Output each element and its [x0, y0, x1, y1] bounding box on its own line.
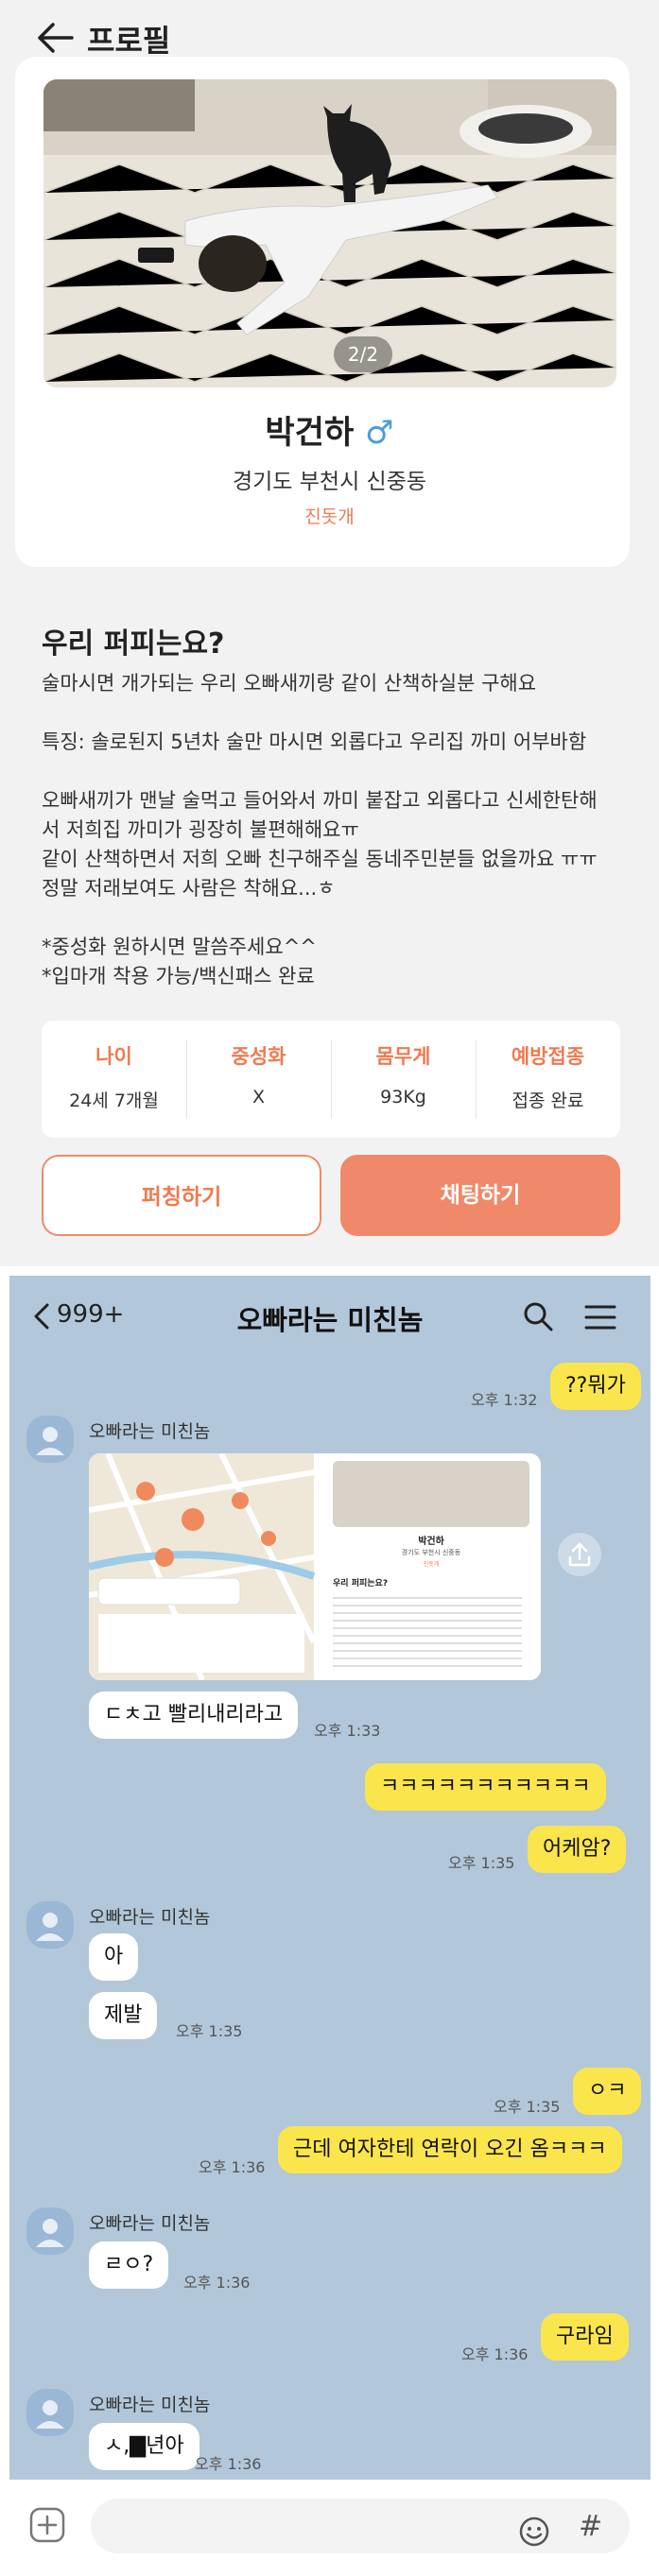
shot-name: 박건하 — [418, 1537, 444, 1547]
my-message: ㅇㅋ — [573, 2068, 642, 2115]
message-time: 오후 1:32 — [471, 1391, 538, 1409]
chat-screen: 999+ 오빠라는 미친놈 ??뭐가 오후 1:32 오빠라는 미친놈 박건하 … — [9, 1276, 650, 2576]
message-time: 오후 1:35 — [176, 2022, 243, 2040]
stat-vaccination: 예방접종 접종 완료 — [476, 1021, 620, 1138]
other-message: ㄷㅊ고 빨리내리라고 — [89, 1692, 299, 1739]
profile-screen: 프로필 2/2 박건하 ♂ 경기도 부천시 신중동 진돗개 우리 퍼피는요? 술… — [0, 0, 659, 1266]
male-icon: ♂ — [365, 414, 394, 452]
avatar[interactable] — [26, 2207, 74, 2255]
shot-breed: 진돗개 — [423, 1561, 440, 1568]
message-input-bar: # — [9, 2480, 650, 2576]
message-time: 오후 1:35 — [494, 2098, 561, 2116]
page-title: 프로필 — [87, 23, 171, 59]
share-icon[interactable] — [558, 1533, 601, 1576]
pet-name-text: 박건하 — [265, 414, 355, 452]
message-time: 오후 1:33 — [314, 1722, 381, 1740]
intro-body: 술마시면 개가되는 우리 오빠새끼랑 같이 산책하실분 구해요 특징: 솔로된지… — [42, 669, 628, 991]
sender-name: 오빠라는 미친놈 — [89, 2213, 211, 2234]
intro-paragraph: 술마시면 개가되는 우리 오빠새끼랑 같이 산책하실분 구해요 — [42, 672, 537, 695]
chat-title: 오빠라는 미친놈 — [236, 1304, 424, 1336]
stat-neutered: 중성화 X — [186, 1021, 331, 1138]
intro-title: 우리 퍼피는요? — [42, 627, 225, 661]
my-message: ??뭐가 — [550, 1363, 641, 1410]
chat-button[interactable]: 채팅하기 — [340, 1155, 620, 1236]
pet-name: 박건하 ♂ — [0, 406, 659, 453]
sender-name: 오빠라는 미친놈 — [89, 2395, 211, 2415]
photo-counter: 2/2 — [334, 336, 392, 372]
punch-button[interactable]: 퍼칭하기 — [42, 1155, 321, 1236]
other-message: 제발 — [89, 1992, 158, 2039]
stat-label: 예방접종 — [511, 1045, 585, 1068]
message-time: 오후 1:36 — [199, 2158, 266, 2176]
avatar[interactable] — [26, 1416, 74, 1463]
hashtag-icon[interactable]: # — [579, 2510, 602, 2543]
intro-paragraph: 오빠새끼가 맨날 술먹고 들어와서 까미 붙잡고 외롭다고 신세한탄해 서 저희… — [42, 789, 598, 900]
pet-location: 경기도 부천시 신중동 — [232, 470, 427, 494]
sender-name: 오빠라는 미친놈 — [89, 1907, 211, 1928]
person-icon — [36, 1913, 64, 1941]
shot-location: 경기도 부천시 신중동 — [401, 1549, 461, 1556]
search-icon[interactable] — [522, 1300, 554, 1332]
stat-label: 나이 — [95, 1045, 132, 1068]
shared-screenshot[interactable]: 박건하 경기도 부천시 신중동 진돗개 우리 퍼피는요? — [89, 1453, 541, 1680]
other-message: ㅅ,▇년아 — [89, 2423, 199, 2470]
other-message: 아 — [89, 1933, 139, 1981]
upload-arrow-icon — [568, 1542, 591, 1567]
person-icon — [36, 1427, 64, 1455]
my-message: 근데 여자한테 연락이 오긴 옴ㅋㅋㅋ — [278, 2126, 622, 2173]
shot-intro-title: 우리 퍼피는요? — [333, 1579, 389, 1589]
plus-icon[interactable] — [28, 2506, 66, 2544]
stat-label: 몸무게 — [375, 1045, 431, 1068]
emoji-icon[interactable] — [518, 2516, 550, 2548]
my-message: 어케암? — [528, 1826, 627, 1873]
photo-illustration — [43, 79, 616, 387]
stat-value: 24세 7개월 — [69, 1091, 159, 1111]
shot-text-lines — [333, 1591, 522, 1667]
stat-label: 중성화 — [231, 1045, 286, 1068]
stat-value: 접종 완료 — [512, 1091, 584, 1111]
intro-paragraph: *중성화 원하시면 말씀주세요^^ *입마개 착용 가능/백신패스 완료 — [42, 936, 317, 987]
message-time: 오후 1:36 — [461, 2345, 529, 2363]
stats-panel: 나이 24세 7개월 중성화 X 몸무게 93Kg 예방접종 접종 완료 — [42, 1021, 620, 1138]
my-message: 구라임 — [541, 2313, 629, 2361]
pet-breed: 진돗개 — [304, 507, 355, 527]
person-icon — [36, 2219, 64, 2247]
profile-photo[interactable]: 2/2 — [43, 79, 616, 387]
menu-icon[interactable] — [584, 1304, 616, 1331]
avatar[interactable] — [26, 1901, 74, 1949]
chat-header: 999+ 오빠라는 미친놈 — [9, 1276, 650, 1353]
stat-age: 나이 24세 7개월 — [42, 1021, 186, 1138]
message-time: 오후 1:36 — [195, 2455, 262, 2473]
person-icon — [36, 2400, 64, 2429]
avatar[interactable] — [26, 2389, 74, 2436]
stat-value: 93Kg — [380, 1087, 426, 1108]
other-message: ㄹㅇ? — [89, 2241, 169, 2289]
stat-value: X — [251, 1087, 266, 1108]
sender-name: 오빠라는 미친놈 — [89, 1421, 211, 1442]
my-message: ㅋㅋㅋㅋㅋㅋㅋㅋㅋㅋㅋ — [365, 1763, 606, 1811]
message-time: 오후 1:35 — [448, 1854, 515, 1872]
intro-paragraph: 특징: 솔로된지 5년차 술만 마시면 외롭다고 우리집 까미 어부바함 — [42, 730, 587, 753]
message-time: 오후 1:36 — [183, 2274, 251, 2292]
stat-weight: 몸무게 93Kg — [331, 1021, 476, 1138]
back-arrow-icon[interactable] — [36, 21, 74, 55]
